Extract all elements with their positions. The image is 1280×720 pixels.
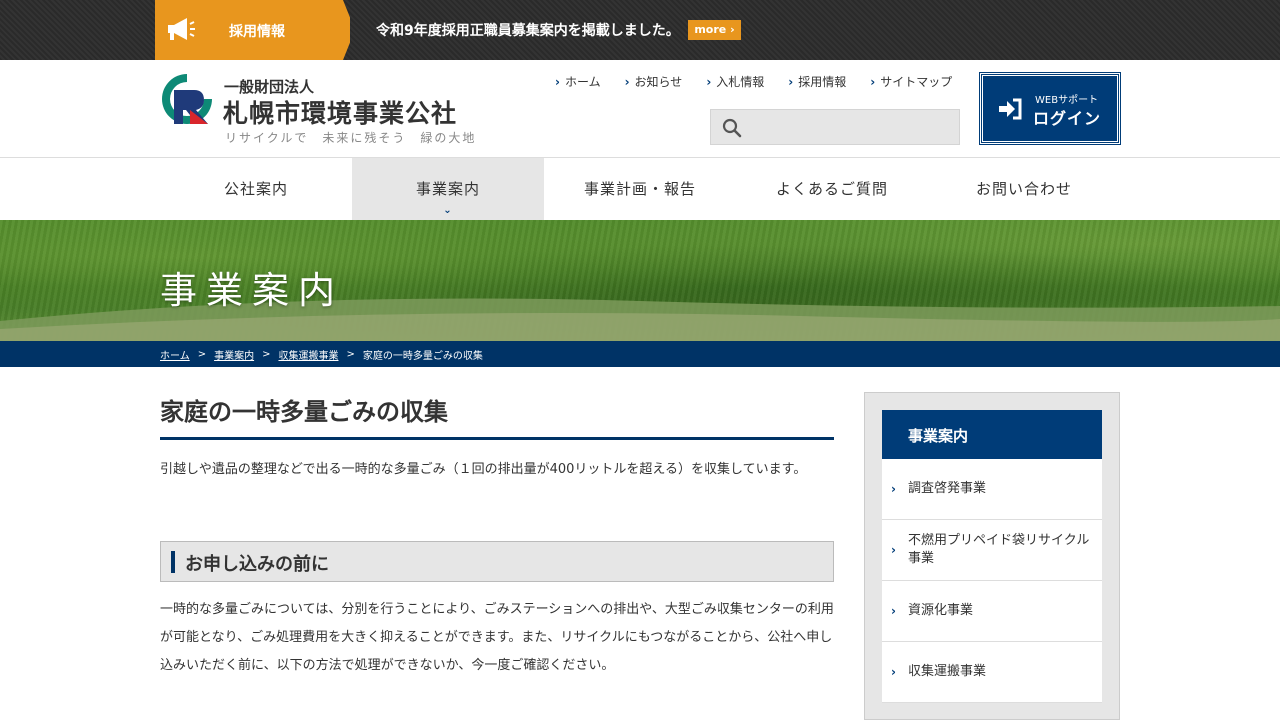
chevron-right-icon: › <box>870 74 876 89</box>
breadcrumb-business[interactable]: 事業案内 <box>214 347 254 362</box>
logo-icon[interactable] <box>160 72 214 126</box>
login-button[interactable]: WEBサポート ログイン <box>979 72 1121 145</box>
sidebar: 事業案内 › 調査啓発事業 › 不燃用プリペイド袋リサイクル事業 › 資源化事業… <box>864 392 1120 720</box>
heading-accent-bar <box>171 551 175 573</box>
login-label: ログイン <box>1033 109 1102 128</box>
breadcrumb-separator: > <box>262 348 271 360</box>
util-nav-bid[interactable]: › 入札情報 <box>706 73 764 90</box>
section-title: お申し込みの前に <box>185 554 329 575</box>
breadcrumb-separator: > <box>197 348 207 360</box>
login-sublabel: WEBサポート <box>1035 95 1099 106</box>
breadcrumb: ホーム > 事業案内 > 収集運搬事業 > 家庭の一時多量ごみの収集 <box>0 341 1280 367</box>
util-nav-home[interactable]: › ホーム <box>555 73 601 90</box>
gnav-contact[interactable]: お問い合わせ <box>928 158 1120 220</box>
chevron-right-icon: › <box>706 74 712 89</box>
hero-title: 事業案内 <box>160 269 344 312</box>
page-title: 家庭の一時多量ごみの収集 <box>160 398 448 426</box>
recruit-tag-label: 採用情報 <box>229 24 285 40</box>
sidebar-list: › 調査啓発事業 › 不燃用プリペイド袋リサイクル事業 › 資源化事業 › 収集… <box>882 459 1102 703</box>
chevron-right-icon: › <box>891 543 896 557</box>
gnav-faq[interactable]: よくあるご質問 <box>736 158 928 220</box>
breadcrumb-collection[interactable]: 収集運搬事業 <box>278 347 338 362</box>
util-nav-sitemap[interactable]: › サイトマップ <box>870 73 952 90</box>
chevron-down-icon: ⌄ <box>443 205 453 216</box>
global-nav: 公社案内 事業案内 ⌄ 事業計画・報告 よくあるご質問 お問い合わせ <box>160 158 1120 220</box>
logo-tagline: リサイクルで 未来に残そう 緑の大地 <box>225 131 477 145</box>
search-icon[interactable] <box>722 118 742 138</box>
chevron-right-icon: › <box>555 74 560 89</box>
chevron-right-icon: › <box>730 23 735 36</box>
hero-banner: 事業案内 <box>0 220 1280 341</box>
chevron-right-icon: › <box>624 74 630 89</box>
gnav-plan-report[interactable]: 事業計画・報告 <box>544 158 736 220</box>
util-nav-news[interactable]: › お知らせ <box>625 73 683 90</box>
sidebar-item-collection[interactable]: › 収集運搬事業 <box>882 642 1102 703</box>
more-button-label: more <box>694 23 727 36</box>
chevron-right-icon: › <box>788 74 794 89</box>
megaphone-icon <box>168 18 195 40</box>
logo-title[interactable]: 札幌市環境事業公社 <box>223 94 457 130</box>
breadcrumb-separator: > <box>346 348 355 360</box>
chevron-right-icon: › <box>891 482 896 496</box>
breadcrumb-home[interactable]: ホーム <box>160 347 190 362</box>
chevron-right-icon: › <box>891 604 896 618</box>
search-box <box>710 109 960 145</box>
gnav-business[interactable]: 事業案内 ⌄ <box>352 158 544 220</box>
gnav-company[interactable]: 公社案内 <box>160 158 352 220</box>
sidebar-item-prepaid-bag[interactable]: › 不燃用プリペイド袋リサイクル事業 <box>882 520 1102 581</box>
breadcrumb-current: 家庭の一時多量ごみの収集 <box>362 350 483 362</box>
util-nav-recruit[interactable]: › 採用情報 <box>788 73 846 90</box>
sidebar-item-recycling[interactable]: › 資源化事業 <box>882 581 1102 642</box>
sidebar-heading: 事業案内 <box>882 410 1102 459</box>
chevron-right-icon: › <box>891 665 896 679</box>
sign-in-icon <box>999 98 1022 120</box>
section-heading: お申し込みの前に <box>160 541 834 582</box>
more-button[interactable]: more › <box>688 20 741 40</box>
sidebar-title: 事業案内 <box>908 427 969 445</box>
utility-nav: › ホーム › お知らせ › 入札情報 › 採用情報 › サイトマップ <box>555 73 976 90</box>
announcement-message[interactable]: 令和9年度採用正職員募集案内を掲載しました。 <box>376 20 680 40</box>
recruit-tag[interactable]: 採用情報 <box>155 0 350 60</box>
announcement-bar: 採用情報 令和9年度採用正職員募集案内を掲載しました。 more › <box>0 0 1280 60</box>
site-header: 一般財団法人 札幌市環境事業公社 リサイクルで 未来に残そう 緑の大地 › ホーム… <box>0 60 1280 158</box>
title-divider <box>160 437 834 440</box>
sidebar-item-survey[interactable]: › 調査啓発事業 <box>882 459 1102 520</box>
search-input[interactable] <box>751 114 951 140</box>
section-body: 一時的な多量ごみについては、分別を行うことにより、ごみステーションへの排出や、大… <box>160 602 834 673</box>
intro-text: 引越しや遺品の整理などで出る一時的な多量ごみ（１回の排出量が400リットルを超え… <box>160 462 807 477</box>
